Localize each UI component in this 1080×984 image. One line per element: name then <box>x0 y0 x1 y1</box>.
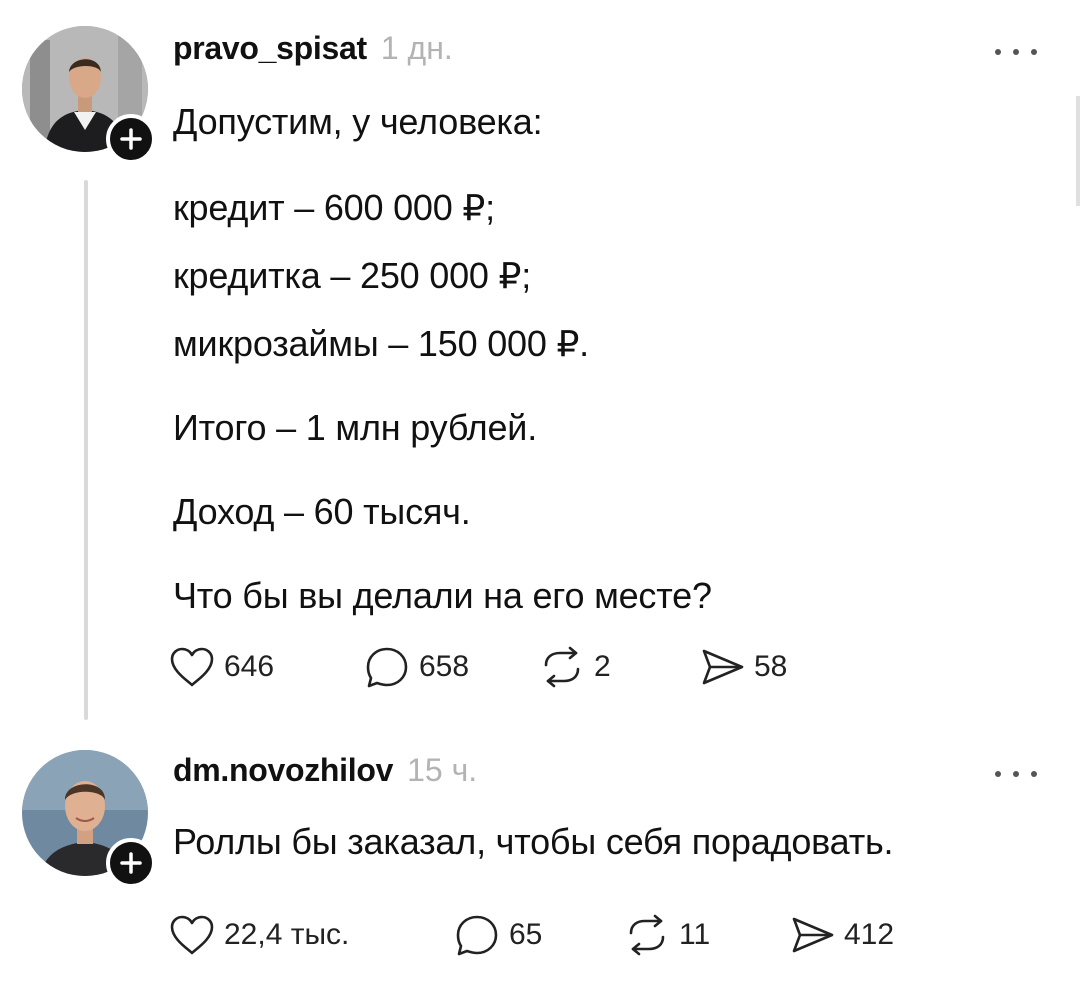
comment-bubble-icon <box>366 647 408 688</box>
username[interactable]: pravo_spisat <box>173 30 367 67</box>
reply-button[interactable]: 658 <box>363 645 538 689</box>
timestamp[interactable]: 1 дн. <box>381 30 453 67</box>
post-text-line: кредит – 600 000 ₽; <box>173 187 495 228</box>
author-avatar-wrap[interactable] <box>22 26 156 164</box>
post-text-line: Итого – 1 млн рублей. <box>173 407 537 448</box>
reply-button[interactable]: 65 <box>453 913 623 957</box>
repost-button[interactable]: 2 <box>538 645 698 689</box>
send-icon <box>792 917 834 953</box>
post-text-line: Что бы вы делали на его месте? <box>173 575 712 616</box>
repost-count: 11 <box>679 918 711 951</box>
post-text-line: кредитка – 250 000 ₽; <box>173 255 532 296</box>
comment-bubble-icon <box>456 915 498 956</box>
post-dm-novozhilov: dm.novozhilov 15 ч. Роллы бы заказал, чт… <box>0 730 1080 984</box>
scrollbar[interactable] <box>1076 96 1080 206</box>
like-button[interactable]: 646 <box>168 645 363 689</box>
plus-icon <box>120 128 142 150</box>
share-count: 412 <box>844 918 895 951</box>
heart-icon <box>170 915 214 955</box>
reply-count: 65 <box>509 918 543 951</box>
repost-arrows-icon <box>629 914 665 956</box>
post-pravo-spisat: pravo_spisat 1 дн. Допустим, у человека:… <box>0 0 1080 730</box>
post-header: pravo_spisat 1 дн. <box>173 30 453 67</box>
post-text-line: микрозаймы – 150 000 ₽. <box>173 323 589 364</box>
post-text-line: Допустим, у человека: <box>173 101 543 142</box>
like-count: 646 <box>224 650 275 683</box>
repost-arrows-icon <box>544 646 580 688</box>
post-actions: 22,4 тыс. 65 11 412 <box>168 913 894 957</box>
follow-button[interactable] <box>106 838 156 888</box>
more-options-button[interactable] <box>988 764 1044 784</box>
follow-button[interactable] <box>106 114 156 164</box>
reply-count: 658 <box>419 650 470 683</box>
share-button[interactable]: 58 <box>698 645 787 689</box>
share-button[interactable]: 412 <box>788 913 894 957</box>
plus-icon <box>120 852 142 874</box>
more-options-button[interactable] <box>988 42 1044 62</box>
share-count: 58 <box>754 650 788 683</box>
post-header: dm.novozhilov 15 ч. <box>173 752 477 789</box>
repost-count: 2 <box>594 650 611 683</box>
thread-line <box>84 180 88 720</box>
more-dots-icon <box>995 49 1037 55</box>
more-dots-icon <box>995 771 1037 777</box>
post-text-line: Доход – 60 тысяч. <box>173 491 471 532</box>
post-text-line: Роллы бы заказал, чтобы себя порадовать. <box>173 821 894 862</box>
timestamp[interactable]: 15 ч. <box>407 752 477 789</box>
post-body: Допустим, у человека: кредит – 600 000 ₽… <box>173 96 712 622</box>
post-body: Роллы бы заказал, чтобы себя порадовать. <box>173 816 894 868</box>
send-icon <box>702 649 744 685</box>
like-count: 22,4 тыс. <box>224 918 350 951</box>
repost-button[interactable]: 11 <box>623 913 788 957</box>
author-avatar-wrap[interactable] <box>22 750 156 888</box>
username[interactable]: dm.novozhilov <box>173 752 393 789</box>
heart-icon <box>170 647 214 687</box>
post-actions: 646 658 2 58 <box>168 645 787 689</box>
like-button[interactable]: 22,4 тыс. <box>168 913 453 957</box>
